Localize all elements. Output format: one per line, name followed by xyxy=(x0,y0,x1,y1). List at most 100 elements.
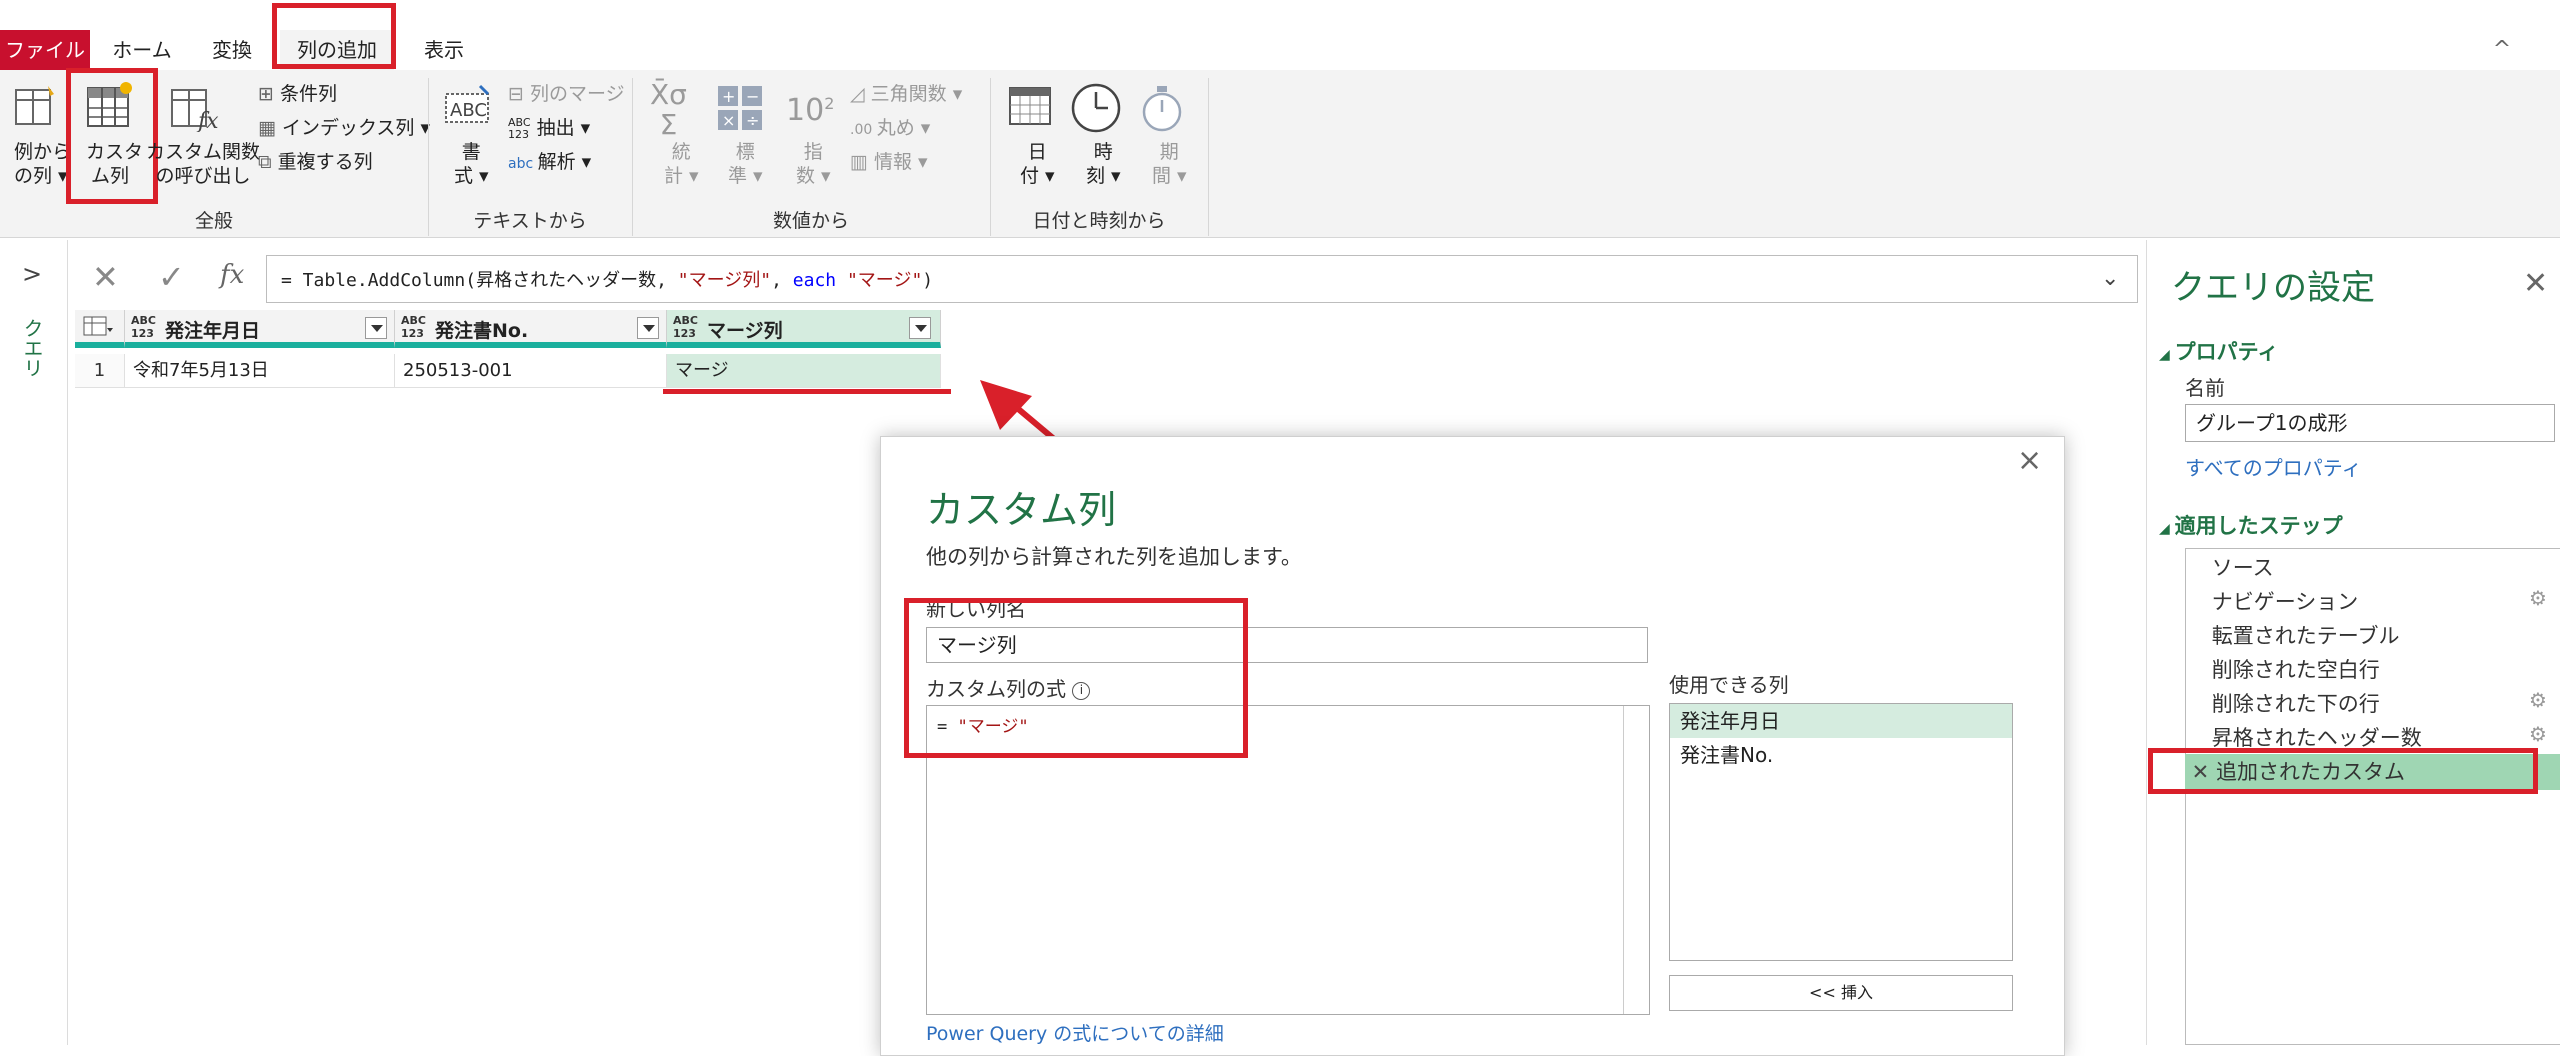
properties-section[interactable]: ◢ プロパティ xyxy=(2159,336,2278,366)
svg-text:ABC: ABC xyxy=(450,100,487,121)
time-button[interactable]: 時刻 ▾ xyxy=(1086,140,1121,188)
duplicate-column-button[interactable]: ⧉ 重複する列 xyxy=(258,150,373,174)
table-cell[interactable]: 250513-001 xyxy=(395,354,667,388)
conditional-column-icon: ⊞ xyxy=(258,83,280,105)
extract-icon: ABC 123 xyxy=(508,115,531,141)
ribbon-separator xyxy=(1208,78,1209,236)
column-filter-button[interactable] xyxy=(637,317,659,339)
step-settings-gear-icon[interactable]: ⚙ xyxy=(2529,688,2547,712)
duplicate-column-icon: ⧉ xyxy=(258,151,278,173)
group-label-datetime: 日付と時刻から xyxy=(1032,210,1166,232)
formula-help-link[interactable]: Power Query の式についての詳細 xyxy=(926,1019,1224,1046)
column-header-label: 発注書No. xyxy=(435,320,529,342)
svg-text:fx: fx xyxy=(196,109,219,132)
column-filter-button[interactable] xyxy=(365,317,387,339)
all-properties-link[interactable]: すべてのプロパティ xyxy=(2185,452,2362,481)
close-dialog-icon[interactable]: × xyxy=(2017,443,2042,478)
highlight-add-column-tab xyxy=(272,3,396,69)
parse-icon: abc xyxy=(508,156,538,172)
dialog-title: カスタム列 xyxy=(926,488,1117,532)
step-item[interactable]: 削除された空白行 xyxy=(2185,654,2380,684)
column-from-examples-button[interactable]: 例から の列 ▾ xyxy=(14,140,71,188)
query-settings-pane: クエリの設定 ✕ ◢ プロパティ 名前 グループ1の成形 すべてのプロパティ ◢… xyxy=(2146,240,2560,1045)
available-columns-label: 使用できる列 xyxy=(1669,673,1789,697)
rounding-button[interactable]: .00 丸め ▾ xyxy=(850,116,930,142)
applied-steps-section[interactable]: ◢ 適用したステップ xyxy=(2159,510,2343,540)
editor-scrollbar[interactable] xyxy=(1623,706,1624,1014)
parse-button[interactable]: abc 解析 ▾ xyxy=(508,150,591,176)
row-number: 1 xyxy=(75,354,125,388)
column-header[interactable]: ABC 123 マージ列 xyxy=(667,310,941,348)
group-label-general: 全般 xyxy=(194,210,233,232)
ribbon-separator xyxy=(632,78,633,236)
tab-file[interactable]: ファイル xyxy=(0,30,90,70)
column-filter-button[interactable] xyxy=(909,317,931,339)
query-name-input[interactable]: グループ1の成形 xyxy=(2185,404,2555,442)
date-icon xyxy=(1009,87,1051,125)
type-any-icon: ABC 123 xyxy=(673,314,698,340)
trigonometry-icon: ◿ xyxy=(850,83,871,105)
tab-home[interactable]: ホーム xyxy=(112,30,172,70)
duration-icon xyxy=(1142,86,1182,132)
type-any-icon: ABC 123 xyxy=(401,314,426,340)
conditional-column-button[interactable]: ⊞ 条件列 xyxy=(258,82,337,106)
table-icon xyxy=(83,316,113,336)
column-header[interactable]: ABC 123 発注書No. xyxy=(395,310,667,348)
step-item[interactable]: 転置されたテーブル xyxy=(2185,620,2400,650)
expand-formula-icon[interactable]: ⌄ xyxy=(2101,266,2119,291)
formula-bar[interactable]: = Table.AddColumn(昇格されたヘッダー数, "マージ列", ea… xyxy=(266,255,2138,303)
tab-view[interactable]: 表示 xyxy=(414,30,474,70)
date-button[interactable]: 日付 ▾ xyxy=(1020,140,1055,188)
format-button[interactable]: 書式 ▾ xyxy=(454,140,489,188)
query-settings-title: クエリの設定 xyxy=(2171,268,2375,308)
step-settings-gear-icon[interactable]: ⚙ xyxy=(2529,586,2547,610)
invoke-custom-function-button[interactable]: カスタム関数 の呼び出し xyxy=(146,140,260,188)
step-item[interactable]: ソース xyxy=(2185,552,2274,582)
cancel-formula-icon[interactable]: ✕ xyxy=(92,258,119,296)
scientific-button[interactable]: 指数 ▾ xyxy=(796,140,831,188)
formula-text: = Table.AddColumn(昇格されたヘッダー数, "マージ列", ea… xyxy=(281,270,934,291)
extract-button[interactable]: ABC 123 抽出 ▾ xyxy=(508,116,590,141)
merge-columns-icon: ⊟ xyxy=(508,83,530,105)
information-button[interactable]: ▥ 情報 ▾ xyxy=(850,150,928,174)
available-column-item[interactable]: 発注年月日 xyxy=(1670,704,2012,738)
invoke-function-icon: fx xyxy=(171,89,219,132)
merge-columns-button[interactable]: ⊟ 列のマージ xyxy=(508,82,625,106)
highlight-underline xyxy=(663,389,951,394)
column-header[interactable]: ABC 123 発注年月日 xyxy=(125,310,395,348)
duration-button[interactable]: 期間 ▾ xyxy=(1152,140,1187,188)
information-icon: ▥ xyxy=(850,151,874,173)
svg-text:−: − xyxy=(746,87,759,106)
column-header-label: 発注年月日 xyxy=(165,320,261,342)
svg-text:+: + xyxy=(722,87,735,106)
group-label-text: テキストから xyxy=(473,210,587,232)
highlight-dialog-fields xyxy=(904,598,1248,758)
rounding-icon: .00 xyxy=(850,122,877,138)
statistics-button[interactable]: 統計 ▾ xyxy=(664,140,699,188)
step-settings-gear-icon[interactable]: ⚙ xyxy=(2529,722,2547,746)
step-item[interactable]: 削除された下の行 xyxy=(2185,688,2380,718)
standard-button[interactable]: 標準 ▾ xyxy=(728,140,763,188)
table-cell[interactable]: 令和7年5月13日 xyxy=(125,354,395,388)
close-settings-icon[interactable]: ✕ xyxy=(2523,266,2548,301)
available-column-item[interactable]: 発注書No. xyxy=(1670,738,2012,772)
collapse-icon: ◢ xyxy=(2159,347,2175,363)
column-from-examples-icon xyxy=(15,86,54,125)
index-column-button[interactable]: ▦ インデックス列 ▾ xyxy=(258,116,430,140)
insert-button[interactable]: << 挿入 xyxy=(1669,975,2013,1011)
expand-queries-icon[interactable]: > xyxy=(22,260,42,288)
collapse-ribbon-icon[interactable]: ^ xyxy=(2482,30,2522,70)
commit-formula-icon[interactable]: ✓ xyxy=(158,258,185,296)
ribbon-separator xyxy=(428,78,429,236)
queries-pane-label[interactable]: クエリ xyxy=(18,318,47,378)
fx-icon[interactable]: fx xyxy=(220,260,244,290)
type-any-icon: ABC 123 xyxy=(131,314,156,340)
table-cell[interactable]: マージ xyxy=(667,354,941,388)
statistics-icon: X̄σ Σ xyxy=(650,78,687,141)
trigonometry-button[interactable]: ◿ 三角関数 ▾ xyxy=(850,82,962,106)
tab-transform[interactable]: 変換 xyxy=(204,30,260,70)
table-menu-button[interactable] xyxy=(75,310,125,348)
step-item[interactable]: ナビゲーション xyxy=(2185,586,2359,616)
svg-text:×: × xyxy=(722,111,735,130)
group-label-number: 数値から xyxy=(772,210,849,232)
